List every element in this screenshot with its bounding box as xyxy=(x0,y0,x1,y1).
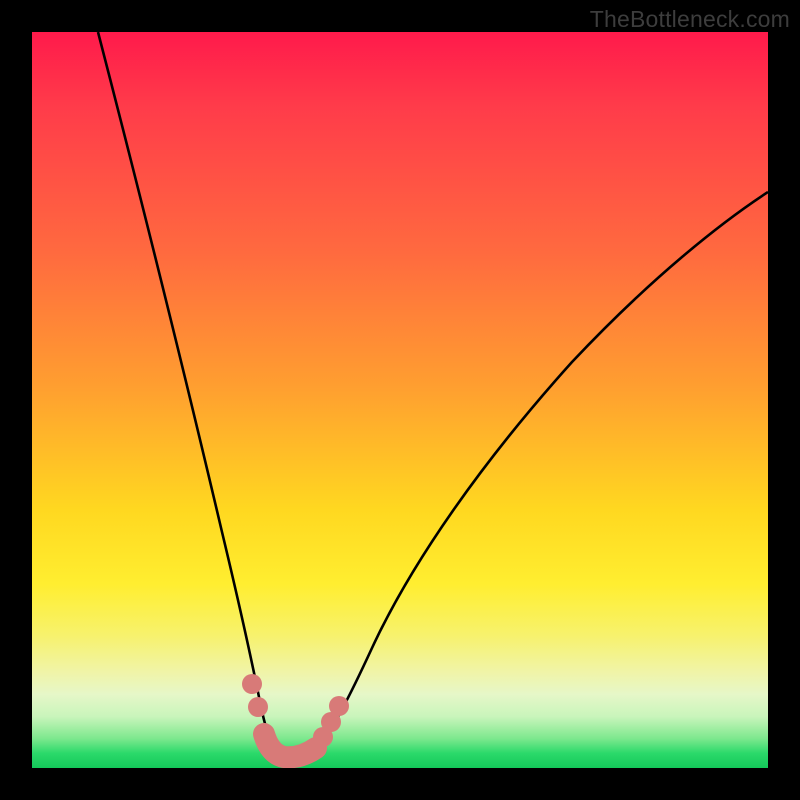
watermark-text: TheBottleneck.com xyxy=(590,6,790,33)
chart-frame: TheBottleneck.com xyxy=(0,0,800,800)
plot-area xyxy=(32,32,768,768)
curve-marker xyxy=(329,696,349,716)
curve-marker xyxy=(248,697,268,717)
curve-path xyxy=(98,32,768,758)
curve-marker xyxy=(242,674,262,694)
highlight-segment xyxy=(264,734,316,757)
bottleneck-curve xyxy=(32,32,768,768)
